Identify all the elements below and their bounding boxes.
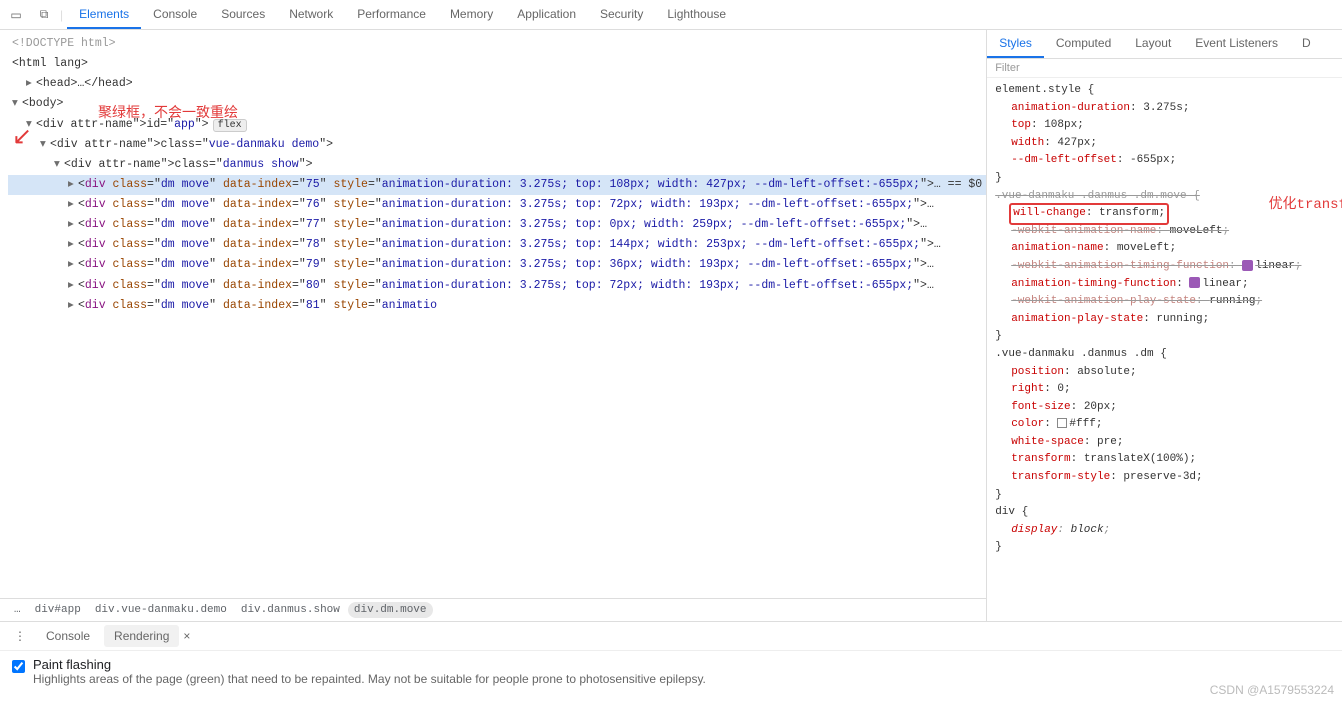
drawer-menu-icon[interactable]: ⋮ (8, 624, 32, 648)
styles-tab[interactable]: D (1290, 30, 1323, 58)
dom-node[interactable]: ▾<div attr-name">class="vue-danmaku demo… (8, 135, 986, 155)
paint-flashing-checkbox[interactable] (12, 660, 25, 673)
breadcrumb-item[interactable]: div.danmus.show (235, 602, 346, 618)
rendering-tab[interactable]: Rendering (104, 625, 179, 647)
styles-tab[interactable]: Event Listeners (1183, 30, 1290, 58)
styles-rules[interactable]: 优化transform element.style {animation-dur… (987, 78, 1342, 621)
devtools-tab-lighthouse[interactable]: Lighthouse (655, 1, 738, 29)
styles-tab[interactable]: Layout (1123, 30, 1183, 58)
devtools-tab-sources[interactable]: Sources (209, 1, 277, 29)
dom-node[interactable]: ▸<head>…</head> (8, 74, 986, 94)
console-tab[interactable]: Console (36, 625, 100, 647)
watermark-text: CSDN @A1579553224 (1210, 683, 1334, 697)
breadcrumb-item[interactable]: … (8, 602, 27, 618)
dom-node[interactable]: <!DOCTYPE html> (8, 34, 986, 54)
paint-flash-title: Paint flashing (33, 657, 706, 672)
dom-node[interactable]: ▸<div class="dm move" data-index="77" st… (8, 215, 986, 235)
dom-node[interactable]: <html lang> (8, 54, 986, 74)
dom-node[interactable]: ▸<div class="dm move" data-index="75" st… (8, 175, 986, 195)
devtools-tab-network[interactable]: Network (277, 1, 345, 29)
styles-tab[interactable]: Computed (1044, 30, 1123, 58)
annotation-red-text: 聚绿框，不会一致重绘 (98, 102, 238, 127)
dom-breadcrumb[interactable]: …div#appdiv.vue-danmaku.demodiv.danmus.s… (0, 598, 986, 621)
devtools-tab-memory[interactable]: Memory (438, 1, 505, 29)
breadcrumb-item[interactable]: div.dm.move (348, 602, 433, 618)
styles-tab[interactable]: Styles (987, 30, 1044, 58)
annotation-transform-text: 优化transform (1269, 194, 1342, 216)
paint-flash-desc: Highlights areas of the page (green) tha… (33, 672, 706, 686)
close-icon[interactable]: × (183, 629, 190, 643)
dom-node[interactable]: ▸<div class="dm move" data-index="80" st… (8, 276, 986, 296)
devtools: ▭ ⧉ | ElementsConsoleSourcesNetworkPerfo… (0, 0, 1342, 703)
inspect-icon[interactable]: ▭ (4, 3, 28, 27)
devtools-tab-console[interactable]: Console (141, 1, 209, 29)
dom-node[interactable]: ▸<div class="dm move" data-index="78" st… (8, 235, 986, 255)
dom-tree[interactable]: 聚绿框，不会一致重绘 ↙ <!DOCTYPE html><html lang>▸… (0, 30, 986, 598)
dom-node[interactable]: ▸<div class="dm move" data-index="81" st… (8, 296, 986, 316)
styles-filter-input[interactable]: Filter (987, 59, 1342, 78)
device-icon[interactable]: ⧉ (32, 3, 56, 27)
devtools-tab-security[interactable]: Security (588, 1, 655, 29)
annotation-arrow-icon: ↙ (12, 118, 32, 160)
devtools-tab-application[interactable]: Application (505, 1, 588, 29)
elements-panel: 聚绿框，不会一致重绘 ↙ <!DOCTYPE html><html lang>▸… (0, 30, 986, 621)
console-drawer: ⋮ Console Rendering × Paint flashing Hig… (0, 621, 1342, 703)
devtools-tab-elements[interactable]: Elements (67, 1, 141, 29)
styles-panel: StylesComputedLayoutEvent ListenersD Fil… (986, 30, 1342, 621)
dom-node[interactable]: ▸<div class="dm move" data-index="79" st… (8, 255, 986, 275)
breadcrumb-item[interactable]: div.vue-danmaku.demo (89, 602, 233, 618)
breadcrumb-item[interactable]: div#app (29, 602, 87, 618)
devtools-tab-performance[interactable]: Performance (345, 1, 438, 29)
devtools-toolbar: ▭ ⧉ | ElementsConsoleSourcesNetworkPerfo… (0, 0, 1342, 30)
dom-node[interactable]: ▸<div class="dm move" data-index="76" st… (8, 195, 986, 215)
dom-node[interactable]: ▾<div attr-name">class="danmus show"> (8, 155, 986, 175)
